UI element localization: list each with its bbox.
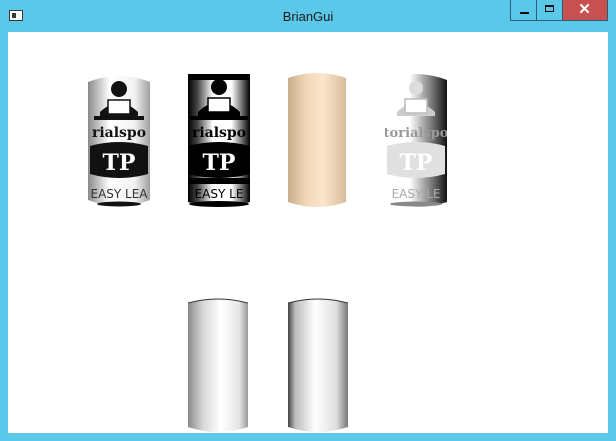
logo-text-top: torialspo bbox=[385, 126, 447, 141]
logo-text-bottom: EASY LEA bbox=[90, 187, 148, 201]
logo-cylinder-high-contrast: rialspo TP EASY LE bbox=[188, 70, 250, 210]
logo-text-mid: TP bbox=[103, 150, 136, 176]
plain-cylinder-white-left bbox=[188, 297, 248, 437]
plain-cylinder-white-left-graphic bbox=[188, 298, 248, 432]
minimize-button[interactable] bbox=[510, 0, 537, 21]
maximize-button[interactable] bbox=[537, 0, 563, 21]
logo-text-bottom: EASY LE bbox=[392, 187, 441, 201]
plain-cylinder-white-right-graphic bbox=[288, 298, 348, 432]
maximize-icon bbox=[545, 5, 554, 12]
logo-text-top: rialspo bbox=[92, 125, 146, 141]
close-button[interactable]: ✕ bbox=[563, 0, 608, 21]
logo-text-bottom: EASY LE bbox=[195, 187, 244, 201]
plain-cylinder-white-right bbox=[288, 297, 348, 437]
logo-cylinder-original: rialspo TP EASY LEA bbox=[88, 70, 150, 210]
logo-cylinder-faded-graphic: torialspo TP EASY LE bbox=[385, 74, 447, 207]
logo-text-mid: TP bbox=[203, 150, 236, 176]
plain-cylinder-peach-graphic bbox=[288, 73, 346, 207]
title-bar[interactable]: BrianGui ✕ bbox=[0, 0, 616, 32]
logo-cylinder-original-graphic: rialspo TP EASY LEA bbox=[88, 76, 150, 207]
plain-cylinder-peach bbox=[288, 70, 346, 210]
logo-cylinder-faded: torialspo TP EASY LE bbox=[385, 70, 447, 210]
logo-cylinder-high-contrast-graphic: rialspo TP EASY LE bbox=[188, 74, 250, 207]
logo-text-mid: TP bbox=[400, 150, 433, 176]
logo-text-top: rialspo bbox=[192, 125, 246, 141]
minimize-icon bbox=[520, 12, 529, 14]
client-area: rialspo TP EASY LEA rialspo TP EASY LE t… bbox=[8, 32, 608, 433]
close-icon: ✕ bbox=[578, 1, 591, 18]
